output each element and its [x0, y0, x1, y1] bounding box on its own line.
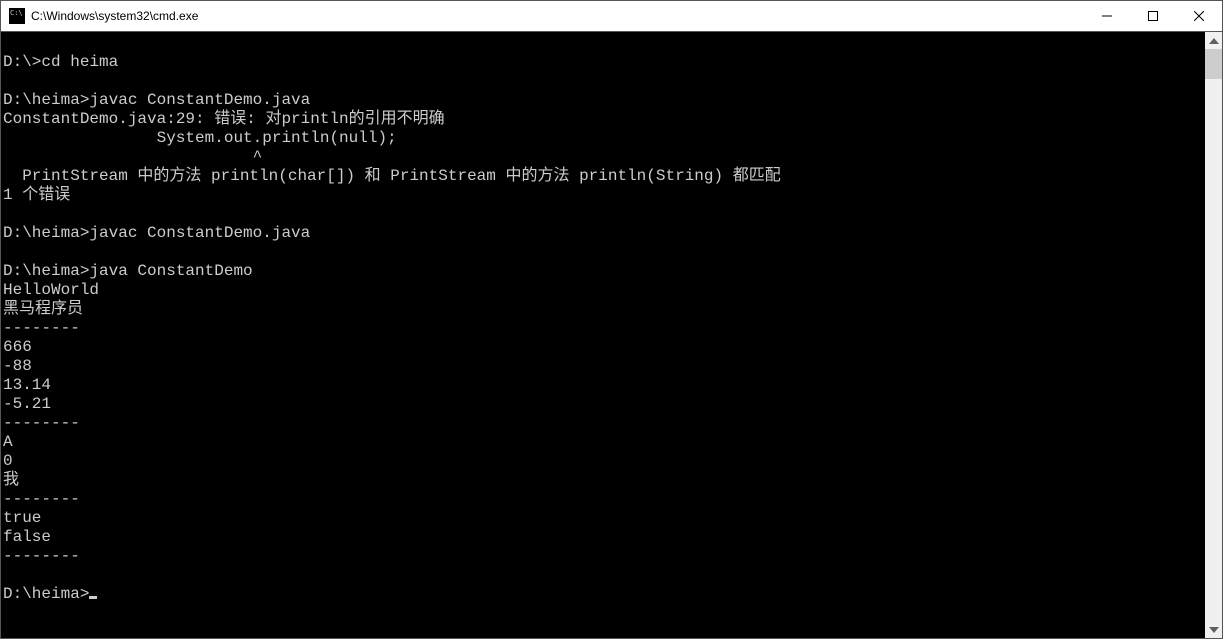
minimize-icon: [1102, 11, 1112, 21]
scrollbar-down-button[interactable]: [1205, 621, 1222, 638]
close-icon: [1194, 11, 1204, 21]
maximize-icon: [1148, 11, 1158, 21]
chevron-down-icon: [1209, 627, 1219, 633]
close-button[interactable]: [1176, 1, 1222, 31]
maximize-button[interactable]: [1130, 1, 1176, 31]
chevron-up-icon: [1209, 38, 1219, 44]
vertical-scrollbar[interactable]: [1205, 32, 1222, 638]
scrollbar-thumb[interactable]: [1205, 49, 1222, 79]
window-titlebar: C:\Windows\system32\cmd.exe: [1, 1, 1222, 32]
terminal-container: D:\>cd heima D:\heima>javac ConstantDemo…: [1, 32, 1222, 638]
scrollbar-track[interactable]: [1205, 49, 1222, 621]
minimize-button[interactable]: [1084, 1, 1130, 31]
window-title: C:\Windows\system32\cmd.exe: [31, 9, 198, 23]
cmd-icon: [9, 8, 25, 24]
terminal-output[interactable]: D:\>cd heima D:\heima>javac ConstantDemo…: [1, 32, 1205, 638]
terminal-cursor: [89, 596, 97, 599]
scrollbar-up-button[interactable]: [1205, 32, 1222, 49]
